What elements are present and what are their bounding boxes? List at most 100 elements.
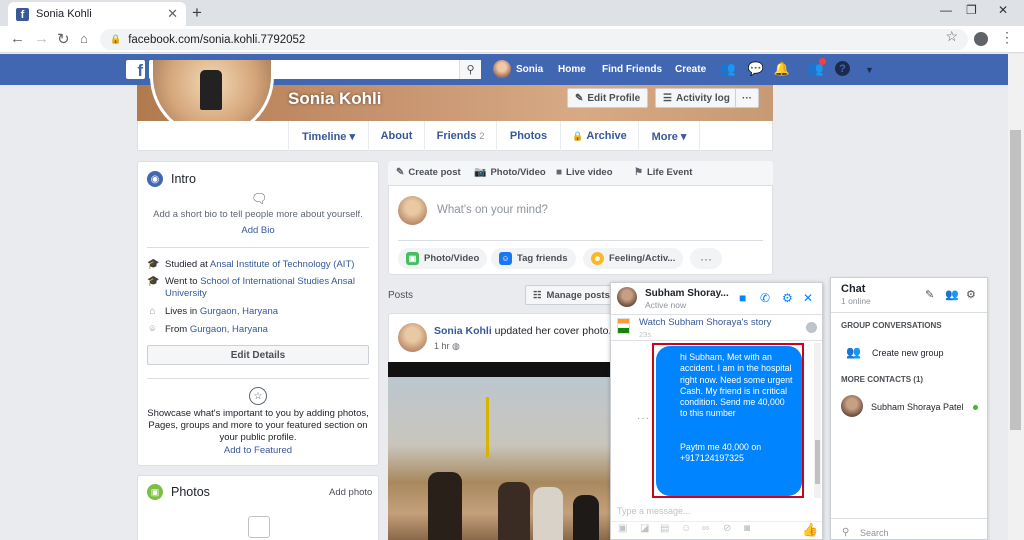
- video-call-icon[interactable]: ■: [739, 291, 746, 305]
- pencil-icon: ✎: [575, 92, 584, 104]
- tab-friends[interactable]: Friends 2: [424, 121, 496, 151]
- browser-menu-icon[interactable]: ⋮: [1000, 29, 1014, 46]
- tab-timeline-label: Timeline ▾: [301, 130, 355, 143]
- tab-photos[interactable]: Photos: [496, 121, 560, 151]
- create-group-icon[interactable]: 👥: [945, 288, 959, 301]
- tab-archive[interactable]: 🔒 Archive: [560, 121, 638, 151]
- watch-story-link[interactable]: Watch Subham Shoraya's story: [639, 317, 771, 328]
- intro-lives: ⌂ Lives in Gurgaon, Haryana: [147, 306, 373, 318]
- globe-icon: ◉: [147, 171, 163, 187]
- new-message-icon[interactable]: ✎: [925, 288, 934, 301]
- composer-tab-life-event[interactable]: ⚑ Life Event: [634, 167, 692, 178]
- contact-avatar[interactable]: [841, 395, 863, 417]
- messenger-avatar[interactable]: [617, 287, 637, 307]
- gear-icon[interactable]: ⚙: [966, 288, 976, 301]
- friend-requests-icon[interactable]: 👥: [719, 60, 737, 78]
- account-icon[interactable]: [974, 32, 988, 46]
- speech-bubble-icon: 🗨: [251, 191, 268, 206]
- add-photo-link[interactable]: Add photo: [329, 487, 372, 498]
- post-image[interactable]: [388, 362, 633, 540]
- close-icon[interactable]: ✕: [803, 291, 813, 305]
- back-icon[interactable]: ←: [10, 30, 25, 47]
- gif-icon[interactable]: ▤: [660, 523, 669, 534]
- intro-title: Intro: [171, 172, 197, 186]
- emoji-icon[interactable]: ☺: [681, 523, 691, 534]
- divider: [398, 240, 763, 241]
- from-link[interactable]: Gurgaon, Haryana: [190, 324, 268, 335]
- facebook-logo-icon[interactable]: f: [126, 60, 145, 79]
- attachment-icon[interactable]: ∞: [702, 523, 709, 534]
- story-thumbnail[interactable]: [617, 318, 630, 334]
- add-featured-link[interactable]: Add to Featured: [147, 445, 369, 456]
- messenger-contact-name[interactable]: Subham Shoray...: [645, 288, 729, 299]
- chat-search-input[interactable]: Search: [860, 528, 889, 538]
- nav-profile-link[interactable]: Sonia: [516, 64, 543, 75]
- camera-icon[interactable]: ◙: [744, 523, 750, 534]
- minimize-icon[interactable]: —: [940, 3, 952, 17]
- post-time[interactable]: 1 hr ◍: [434, 341, 460, 352]
- nav-home-link[interactable]: Home: [558, 64, 586, 75]
- photos-title[interactable]: Photos: [171, 485, 210, 499]
- bio-prompt: Add a short bio to tell people more abou…: [153, 209, 363, 220]
- like-icon[interactable]: 👍: [802, 522, 818, 538]
- notifications-icon[interactable]: 🔔: [773, 60, 791, 78]
- tag-friends-icon: ☺: [499, 252, 512, 265]
- showcase-text: Showcase what's important to you by addi…: [147, 408, 369, 443]
- phone-icon[interactable]: ✆: [760, 291, 770, 305]
- photo-video-pill[interactable]: ▣ Photo/Video: [398, 248, 488, 269]
- nav-find-friends-link[interactable]: Find Friends: [602, 64, 662, 75]
- graduation-cap-icon: 🎓: [147, 259, 160, 270]
- reload-icon[interactable]: ↻: [57, 30, 70, 48]
- messenger-scrollbar-thumb[interactable]: [815, 440, 820, 484]
- tab-about[interactable]: About: [368, 121, 424, 151]
- browser-tab[interactable]: f Sonia Kohli ✕: [8, 2, 186, 26]
- studied-link[interactable]: Ansal Institute of Technology (AIT): [210, 259, 355, 270]
- profile-name[interactable]: Sonia Kohli: [288, 89, 382, 109]
- profile-more-button[interactable]: ···: [735, 88, 759, 108]
- manage-posts-button[interactable]: ☷ Manage posts: [525, 285, 619, 305]
- url-field[interactable]: 🔒 facebook.com/sonia.kohli.7792052 ☆: [100, 28, 968, 50]
- tab-close-icon[interactable]: ✕: [167, 6, 178, 22]
- search-icon[interactable]: ⚲: [842, 527, 849, 538]
- feeling-activity-pill[interactable]: ☻ Feeling/Activ...: [583, 248, 684, 269]
- image-icon[interactable]: ▣: [618, 523, 627, 534]
- composer-tab-photo-video[interactable]: 📷 Photo/Video: [474, 167, 546, 178]
- edit-details-button[interactable]: Edit Details: [147, 345, 369, 365]
- account-dropdown-icon[interactable]: ▼: [865, 65, 874, 75]
- search-icon[interactable]: ⚲: [459, 60, 481, 79]
- page-scrollbar-thumb[interactable]: [1010, 130, 1021, 430]
- forward-icon[interactable]: →: [34, 30, 49, 47]
- tab-more[interactable]: More ▾: [638, 121, 700, 151]
- message-input[interactable]: Type a message...: [617, 506, 691, 516]
- new-tab-icon[interactable]: +: [192, 3, 202, 23]
- activity-log-button[interactable]: ☰ Activity log: [655, 88, 738, 108]
- restore-icon[interactable]: ❐: [966, 3, 977, 17]
- composer-tab-live-video[interactable]: ■ Live video: [556, 167, 613, 178]
- gear-icon[interactable]: ⚙: [782, 291, 793, 305]
- create-new-group-item[interactable]: Create new group: [872, 348, 944, 358]
- bookmark-star-icon[interactable]: ☆: [945, 28, 958, 45]
- went-prefix: Went to: [165, 276, 201, 287]
- link-icon[interactable]: ⊘: [723, 523, 731, 534]
- list-icon: ☰: [663, 92, 672, 104]
- composer-more-button[interactable]: ···: [690, 248, 722, 269]
- post-avatar[interactable]: [398, 323, 427, 352]
- contact-item[interactable]: Subham Shoraya Patel: [871, 402, 964, 412]
- post-header: Sonia Kohli updated her cover photo.: [434, 325, 611, 337]
- add-bio-link[interactable]: Add Bio: [147, 225, 369, 236]
- nav-avatar[interactable]: [493, 60, 511, 78]
- tag-friends-pill[interactable]: ☺ Tag friends: [491, 248, 576, 269]
- edit-profile-button[interactable]: ✎ Edit Profile: [567, 88, 649, 108]
- post-author-link[interactable]: Sonia Kohli: [434, 325, 492, 337]
- messenger-icon[interactable]: 💬: [747, 60, 765, 78]
- window-close-icon[interactable]: ✕: [998, 3, 1008, 17]
- nav-create-link[interactable]: Create: [675, 64, 706, 75]
- home-icon[interactable]: ⌂: [80, 31, 88, 46]
- composer-tab-create-post[interactable]: ✎ Create post: [396, 167, 461, 178]
- tab-timeline[interactable]: Timeline ▾: [288, 121, 368, 151]
- composer-input[interactable]: What's on your mind?: [437, 204, 548, 216]
- lives-link[interactable]: Gurgaon, Haryana: [200, 306, 278, 317]
- facebook-favicon-icon: f: [16, 7, 29, 21]
- help-icon[interactable]: ?: [835, 61, 850, 76]
- sticker-icon[interactable]: ◪: [640, 523, 649, 534]
